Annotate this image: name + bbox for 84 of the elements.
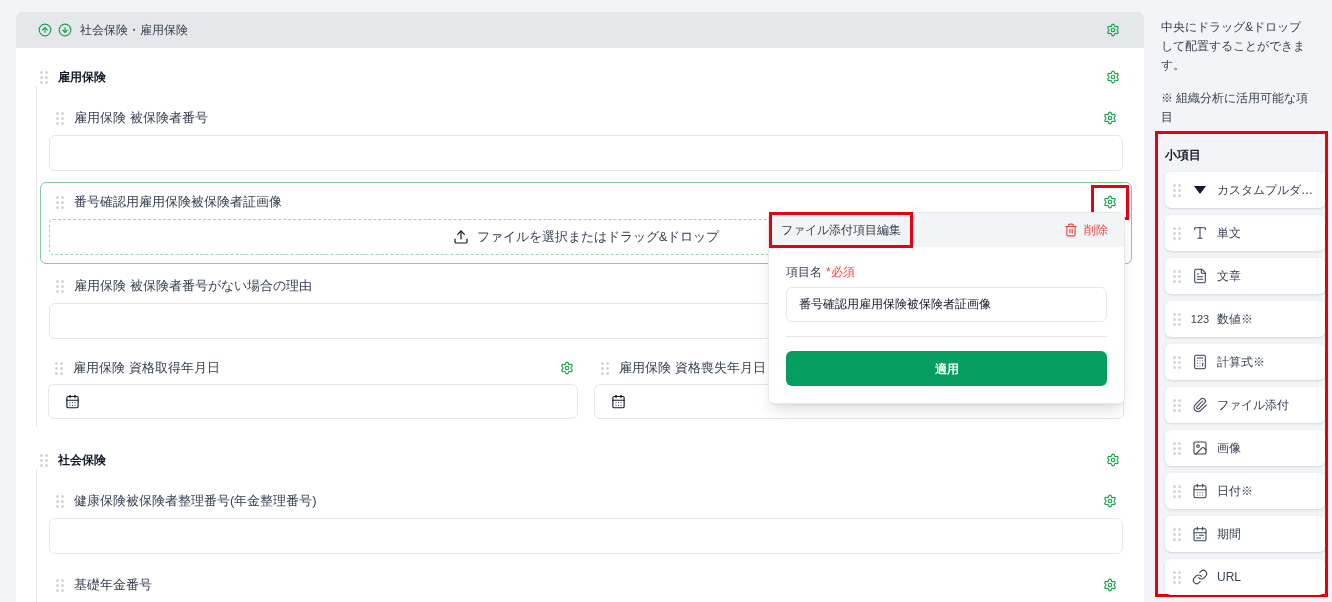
link-icon [1192,569,1208,585]
drag-handle-icon[interactable] [1173,441,1181,455]
settings-icon[interactable] [1106,23,1120,37]
palette-item-label: 期間 [1217,526,1241,543]
move-down-icon[interactable] [58,23,72,37]
drag-handle-icon[interactable] [1173,527,1181,541]
palette-item[interactable]: 日付※ [1165,473,1325,509]
palette-item-label: 日付※ [1217,483,1253,500]
date-input-field[interactable] [48,384,578,419]
drag-handle-icon[interactable] [55,361,63,375]
text-input-field[interactable] [49,518,1123,554]
settings-icon[interactable] [1106,70,1120,84]
group-title: 社会保険・雇用保険 [80,22,188,39]
field-name-input[interactable]: 番号確認用雇用保険被保険者証画像 [786,287,1107,322]
drag-handle-icon[interactable] [1173,226,1181,240]
palette-item-label: 画像 [1217,440,1241,457]
settings-icon[interactable] [1106,453,1120,467]
palette-item[interactable]: カスタムプルダ… [1165,172,1325,208]
drag-handle-icon[interactable] [1173,484,1181,498]
field-name-label: 項目名 [786,264,822,281]
upload-text: ファイルを選択またはドラッグ&ドロップ [476,228,720,247]
upload-icon [452,229,469,245]
settings-icon[interactable] [1103,494,1117,508]
palette-item-label: カスタムプルダ… [1217,182,1313,199]
palette-item[interactable]: 期間 [1165,516,1325,552]
drag-handle-icon[interactable] [1173,570,1181,584]
palette-item[interactable]: 123 数値※ [1165,301,1325,337]
palette-item-label: 単文 [1217,225,1241,242]
settings-icon[interactable] [560,361,574,375]
text-icon [1192,225,1208,241]
settings-icon[interactable] [1103,195,1117,209]
drag-handle-icon[interactable] [56,578,64,592]
palette-heading: 小項目 [1165,147,1202,164]
drag-handle-icon[interactable] [1173,269,1181,283]
palette-item[interactable]: 画像 [1165,430,1325,466]
calendar-icon [1192,526,1208,542]
settings-icon[interactable] [1103,578,1117,592]
drag-handle-icon[interactable] [40,453,48,467]
required-label: *必須 [826,264,855,281]
field-label: 雇用保険 被保険者番号がない場合の理由 [74,277,312,296]
drag-handle-icon[interactable] [56,279,64,293]
palette-item-label: ファイル添付 [1217,397,1289,414]
field-label: 番号確認用雇用保険被保険者証画像 [74,193,282,212]
drag-handle-icon[interactable] [1173,312,1181,326]
paperclip-icon [1192,397,1208,413]
text-input-field[interactable] [49,135,1123,171]
drag-handle-icon[interactable] [601,361,609,375]
palette-item[interactable]: 計算式※ [1165,344,1325,380]
paragraph-icon [1192,268,1208,284]
drag-handle-icon[interactable] [1173,355,1181,369]
calendar-icon [1192,483,1208,499]
calculator-icon [1192,354,1208,370]
palette-item-label: 文章 [1217,268,1241,285]
triangle-down-icon [1193,185,1207,195]
calendar-icon [65,394,80,409]
help-text: 中央にドラッグ&ドロップして配置することができます。 [1160,19,1306,74]
note-text: ※ 組織分析に活用可能な項目 [1160,90,1310,126]
palette-item[interactable]: 文章 [1165,258,1325,294]
palette-item-label: URL [1217,569,1241,586]
section-title: 雇用保険 [58,69,106,86]
drag-handle-icon[interactable] [56,111,64,125]
image-icon [1192,440,1208,456]
field-label: 基礎年金番号 [74,576,152,595]
delete-button[interactable]: 削除 [1064,221,1108,239]
settings-icon[interactable] [1103,111,1117,125]
drag-handle-icon[interactable] [1173,398,1181,412]
drag-handle-icon[interactable] [56,494,64,508]
palette-item[interactable]: URL [1165,559,1325,595]
drag-handle-icon[interactable] [40,70,48,84]
field-label: 健康保険被保険者整理番号(年金整理番号) [74,492,317,511]
number-glyph: 123 [1190,311,1210,327]
popover-title: ファイル添付項目編集 [781,222,901,239]
palette-item[interactable]: ファイル添付 [1165,387,1325,423]
field-label: 雇用保険 被保険者番号 [74,109,208,128]
trash-icon [1064,223,1078,237]
move-up-icon[interactable] [38,23,52,37]
palette-item-label: 数値※ [1217,311,1253,328]
palette-item-label: 計算式※ [1217,354,1265,371]
field-label: 雇用保険 資格取得年月日 [73,359,220,378]
section-title: 社会保険 [58,452,106,469]
drag-handle-icon[interactable] [1173,183,1181,197]
field-label: 雇用保険 資格喪失年月日 [619,359,766,378]
drag-handle-icon[interactable] [56,195,64,209]
palette-item[interactable]: 単文 [1165,215,1325,251]
